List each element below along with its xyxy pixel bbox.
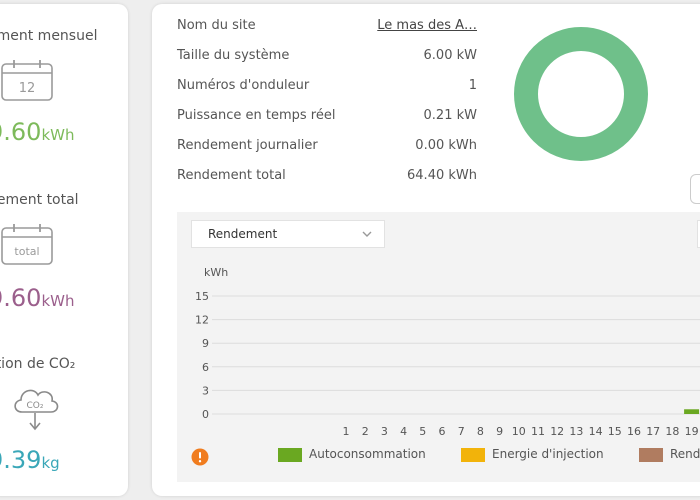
legend-label-rendement: Rende (670, 447, 700, 461)
co2-reduction-value: 9.39kg (0, 446, 60, 474)
x-tick-label: 11 (531, 425, 545, 438)
x-tick-label: 7 (458, 425, 465, 438)
chart-legend: Autoconsommation Energie d'injection Ren… (177, 444, 700, 468)
legend-label-autoconsommation: Autoconsommation (309, 447, 426, 461)
y-tick-label: 3 (202, 384, 209, 397)
x-tick-label: 6 (439, 425, 446, 438)
calendar-icon: 12 (1, 60, 53, 101)
legend-swatch-rendement (639, 448, 663, 462)
y-tick-label: 15 (195, 290, 209, 303)
stats-card: ement mensuel 12 9.60kWh dement total to… (0, 4, 128, 496)
co2-cloud-icon: CO₂ (14, 389, 59, 431)
x-tick-label: 1 (343, 425, 350, 438)
inverter-count-label: Numéros d'onduleur (177, 78, 310, 93)
x-tick-label: 8 (477, 425, 484, 438)
legend-swatch-autoconsommation (278, 448, 302, 462)
warning-icon[interactable] (191, 448, 209, 466)
x-tick-label: 12 (550, 425, 564, 438)
x-tick-label: 9 (496, 425, 503, 438)
realtime-power-row: Puissance en temps réel 0.21 kW (177, 108, 487, 138)
daily-yield-value: 0.00 kWh (415, 138, 477, 153)
realtime-power-value: 0.21 kW (423, 108, 477, 123)
co2-icon-text: CO₂ (27, 401, 44, 411)
y-tick-label: 12 (195, 314, 209, 327)
co2-reduction-unit: kg (41, 454, 60, 472)
yield-chart-panel: kWh 0 3 6 9 12 15 1 2 3 4 5 6 7 8 9 10 11 12 13 14 15 16 17 18 19… (177, 212, 700, 482)
bar-autoconsommation (684, 409, 700, 414)
x-tick-label: 2 (362, 425, 369, 438)
legend-label-energie-injection: Energie d'injection (492, 447, 604, 461)
total-yield-value: 9.60kWh (0, 284, 74, 312)
daily-yield-label: Rendement journalier (177, 138, 318, 153)
x-tick-label: 19 (685, 425, 699, 438)
inverter-count-row: Numéros d'onduleur 1 (177, 78, 487, 108)
panel-toggle-button[interactable] (690, 174, 700, 204)
x-tick-label: 3 (381, 425, 388, 438)
inverter-count-value: 1 (468, 78, 477, 93)
total-yield-title: dement total (0, 192, 79, 208)
y-tick-label: 6 (202, 361, 209, 374)
x-tick-label: 10 (512, 425, 526, 438)
x-tick-label: 16 (627, 425, 641, 438)
realtime-power-label: Puissance en temps réel (177, 108, 336, 123)
monthly-yield-value: 9.60kWh (0, 118, 74, 146)
x-tick-label: 15 (608, 425, 622, 438)
x-tick-label: 17 (646, 425, 660, 438)
calendar-total-icon: total (1, 224, 53, 265)
monthly-yield-number: 9.60 (0, 118, 42, 146)
site-name-row: Nom du site Le mas des A… (177, 18, 487, 48)
donut-ring (514, 27, 648, 161)
monthly-yield-title: ement mensuel (0, 28, 98, 44)
x-tick-label: 14 (589, 425, 603, 438)
power-donut-gauge (514, 27, 648, 161)
calendar-icon-text: 12 (19, 81, 36, 96)
chevron-down-icon (362, 231, 372, 237)
total-yield-number: 9.60 (0, 284, 42, 312)
site-name-label: Nom du site (177, 18, 256, 33)
x-tick-label: 4 (400, 425, 407, 438)
system-size-label: Taille du système (177, 48, 290, 63)
daily-yield-row: Rendement journalier 0.00 kWh (177, 138, 487, 168)
total-yield-label: Rendement total (177, 168, 286, 183)
system-size-value: 6.00 kW (423, 48, 477, 63)
total-yield-info-value: 64.40 kWh (407, 168, 477, 183)
site-info-table: Nom du site Le mas des A… Taille du syst… (177, 18, 487, 198)
x-tick-label: 5 (419, 425, 426, 438)
site-name-link[interactable]: Le mas des A… (377, 18, 477, 33)
co2-reduction-number: 9.39 (0, 446, 42, 474)
system-size-row: Taille du système 6.00 kW (177, 48, 487, 78)
monthly-yield-unit: kWh (41, 126, 75, 144)
y-tick-label: 9 (202, 337, 209, 350)
site-overview-card: Nom du site Le mas des A… Taille du syst… (152, 4, 700, 496)
total-yield-row: Rendement total 64.40 kWh (177, 168, 487, 198)
x-tick-label: 13 (569, 425, 583, 438)
chart-metric-dropdown[interactable]: Rendement (191, 220, 385, 248)
calendar-total-icon-text: total (14, 245, 39, 258)
legend-swatch-energie-injection (461, 448, 485, 462)
co2-reduction-title: ction de CO₂ (0, 356, 76, 372)
y-axis-unit-label: kWh (204, 266, 228, 279)
x-tick-label: 18 (665, 425, 679, 438)
total-yield-unit: kWh (41, 292, 75, 310)
chart-metric-dropdown-label: Rendement (208, 227, 278, 241)
y-tick-label: 0 (202, 408, 209, 421)
yield-bar-chart: kWh036912151 2 3 4 5 6 7 8 9 10 11 12 13 14 15 16 17 18 19… (195, 266, 700, 438)
